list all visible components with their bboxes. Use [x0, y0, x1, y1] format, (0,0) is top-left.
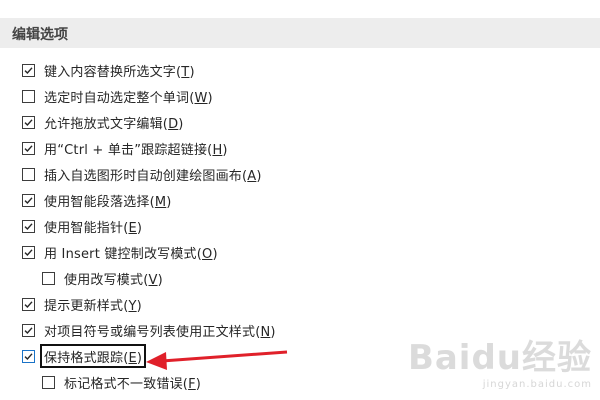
highlight-box — [40, 344, 147, 368]
baidu-watermark: Baidu经验 jingyan.baidu.com — [408, 330, 592, 390]
watermark-url: jingyan.baidu.com — [482, 379, 592, 390]
watermark-brand: Baidu经验 — [407, 338, 592, 378]
